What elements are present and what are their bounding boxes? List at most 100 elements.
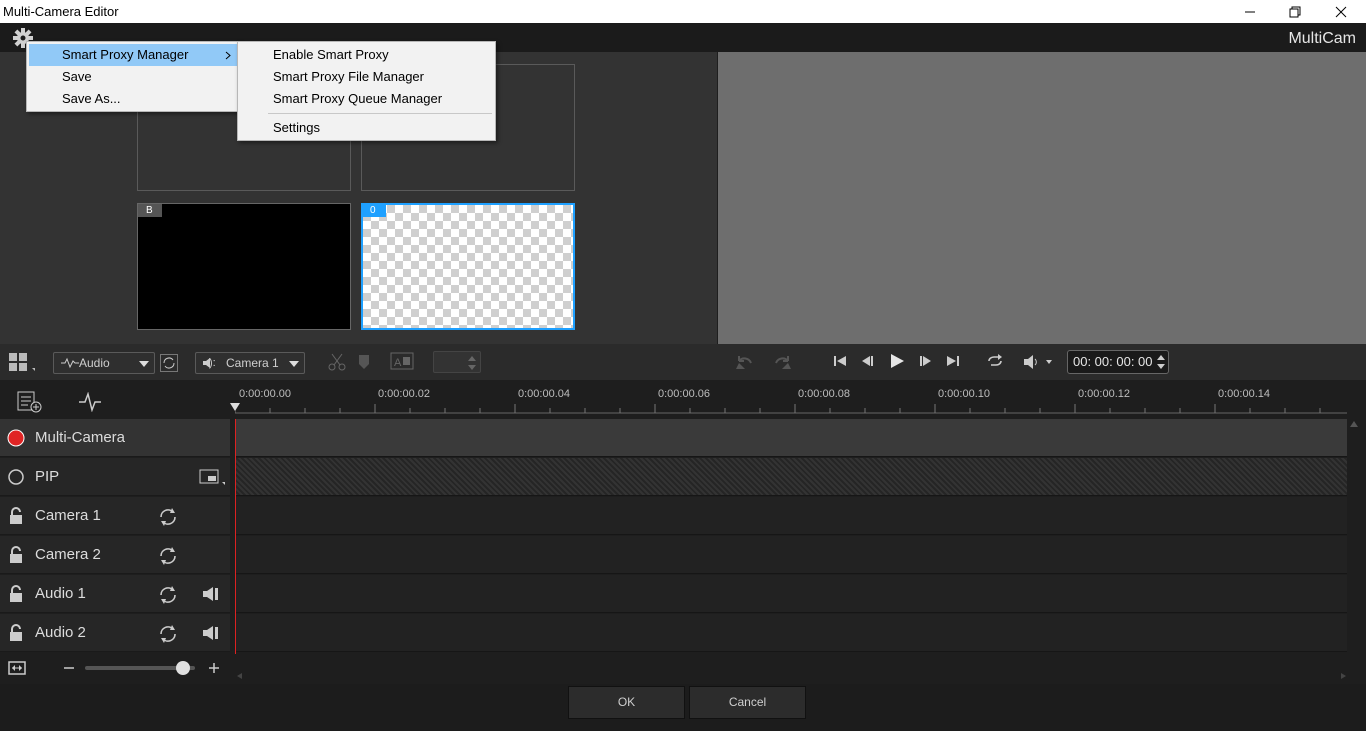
radio-circle-icon xyxy=(8,469,24,485)
step-back-icon xyxy=(862,356,873,366)
track-lane-audio-1[interactable] xyxy=(235,575,1347,613)
ruler-label: 0:00:00.06 xyxy=(658,388,710,400)
stepper-arrows-icon xyxy=(468,356,476,370)
camera-prefix: ): xyxy=(209,357,216,369)
loop-button[interactable] xyxy=(986,353,1004,369)
layout-button[interactable] xyxy=(8,352,36,374)
ok-button[interactable]: OK xyxy=(568,686,685,719)
menu-item-smart-proxy-queue-manager[interactable]: Smart Proxy Queue Manager xyxy=(240,88,493,110)
track-lane-multi-camera[interactable] xyxy=(235,419,1347,457)
fit-timeline-icon xyxy=(8,661,26,675)
skip-start-icon xyxy=(834,356,846,366)
volume-button[interactable] xyxy=(1022,354,1056,370)
audio-source-dropdown[interactable]: Audio xyxy=(53,352,155,374)
waveform-icon xyxy=(79,392,101,412)
add-track-button[interactable] xyxy=(16,390,44,414)
record-icon xyxy=(7,429,25,447)
cancel-button[interactable]: Cancel xyxy=(689,686,806,719)
time-ruler[interactable]: 0:00:00.00 0:00:00.02 0:00:00.04 0:00:00… xyxy=(230,380,1347,418)
audio-waveform-button[interactable] xyxy=(78,392,102,412)
close-button[interactable] xyxy=(1318,0,1364,23)
track-lane-camera-2[interactable] xyxy=(235,536,1347,574)
menu-item-enable-smart-proxy[interactable]: Enable Smart Proxy xyxy=(240,44,493,66)
close-icon xyxy=(1335,6,1347,17)
audio-wave-icon xyxy=(61,357,79,369)
next-frame-button[interactable] xyxy=(919,354,933,368)
text-icon: A xyxy=(390,352,414,370)
menu-item-label: Smart Proxy Manager xyxy=(62,47,189,62)
track-header-pip[interactable]: PIP xyxy=(0,458,230,496)
menu-separator xyxy=(268,113,492,114)
title-bar: Multi-Camera Editor xyxy=(0,0,1366,23)
ruler-label: 0:00:00.12 xyxy=(1078,388,1130,400)
menu-item-save-as[interactable]: Save As... xyxy=(29,88,237,110)
skip-end-icon xyxy=(947,356,959,366)
cut-button[interactable] xyxy=(328,353,346,371)
minimize-button[interactable] xyxy=(1227,0,1273,23)
unlock-icon xyxy=(10,546,22,563)
timeline-vertical-scrollbar[interactable] xyxy=(1348,419,1360,674)
track-header-multi-camera[interactable]: Multi-Camera xyxy=(0,419,230,457)
track-lane-camera-1[interactable] xyxy=(235,497,1347,535)
zoom-slider[interactable] xyxy=(85,661,195,675)
unlock-icon xyxy=(10,507,22,524)
track-name: Camera 1 xyxy=(35,507,101,524)
sync-icon xyxy=(160,508,176,526)
minimize-icon xyxy=(1245,11,1255,12)
timecode-field[interactable]: 00: 00: 00: 00 xyxy=(1067,350,1169,374)
title-button[interactable]: A xyxy=(390,352,420,372)
track-lane-pip[interactable] xyxy=(235,458,1347,496)
undo-icon xyxy=(736,356,752,369)
playhead-line[interactable] xyxy=(235,419,236,654)
menu-item-smart-proxy-file-manager[interactable]: Smart Proxy File Manager xyxy=(240,66,493,88)
unlock-icon xyxy=(10,624,22,641)
settings-menu: Smart Proxy Manager Save Save As... xyxy=(26,41,240,112)
redo-button[interactable] xyxy=(772,353,792,371)
ruler-label: 0:00:00.02 xyxy=(378,388,430,400)
go-to-start-button[interactable] xyxy=(833,354,847,368)
window-title: Multi-Camera Editor xyxy=(3,4,119,19)
track-name: Audio 2 xyxy=(35,624,86,641)
camera-cell-selected[interactable]: 0 xyxy=(361,203,575,330)
dialog-button-bar: OK Cancel xyxy=(0,684,1366,731)
track-name: Audio 1 xyxy=(35,585,86,602)
menu-item-label: Smart Proxy File Manager xyxy=(273,69,424,84)
play-button[interactable] xyxy=(889,352,905,370)
timeline-header: 0:00:00.00 0:00:00.02 0:00:00.04 0:00:00… xyxy=(0,380,1366,418)
track-header-camera-1[interactable]: Camera 1 xyxy=(0,497,230,535)
zoom-slider-handle[interactable] xyxy=(176,661,190,675)
track-lane-audio-2[interactable] xyxy=(235,614,1347,652)
sync-button[interactable] xyxy=(160,354,178,372)
go-to-end-button[interactable] xyxy=(946,354,960,368)
track-name: Multi-Camera xyxy=(35,429,126,446)
playhead-marker-icon xyxy=(230,403,240,411)
undo-button[interactable] xyxy=(735,353,755,371)
cell-tag: B xyxy=(138,204,162,217)
menu-item-label: Save xyxy=(62,69,92,84)
sync-icon xyxy=(160,625,176,643)
track-name: PIP xyxy=(35,468,60,485)
step-forward-icon xyxy=(920,356,931,366)
smart-proxy-submenu: Enable Smart Proxy Smart Proxy File Mana… xyxy=(237,41,496,141)
restore-button[interactable] xyxy=(1272,0,1318,23)
track-header-audio-2[interactable]: Audio 2 xyxy=(0,614,230,652)
cell-tag: 0 xyxy=(362,204,386,217)
chevron-down-icon xyxy=(139,361,149,367)
camera-cell-b[interactable]: B xyxy=(137,203,351,330)
track-header-audio-1[interactable]: Audio 1 xyxy=(0,575,230,613)
previous-frame-button[interactable] xyxy=(860,354,874,368)
marker-button[interactable] xyxy=(358,354,370,370)
menu-item-settings[interactable]: Settings xyxy=(240,117,493,139)
timeline-horizontal-scrollbar xyxy=(237,673,1346,679)
volume-icon xyxy=(1024,355,1052,369)
chevron-down-icon xyxy=(289,361,299,367)
menu-item-smart-proxy-manager[interactable]: Smart Proxy Manager xyxy=(29,44,237,66)
zoom-out-icon xyxy=(64,667,74,669)
track-header-camera-2[interactable]: Camera 2 xyxy=(0,536,230,574)
speaker-icon xyxy=(203,626,218,640)
camera-dropdown[interactable]: ): Camera 1 xyxy=(195,352,305,374)
brand-label: MultiCam xyxy=(1288,30,1356,47)
menu-item-save[interactable]: Save xyxy=(29,66,237,88)
value-stepper[interactable] xyxy=(433,351,481,373)
ruler-ticks xyxy=(235,404,1347,414)
